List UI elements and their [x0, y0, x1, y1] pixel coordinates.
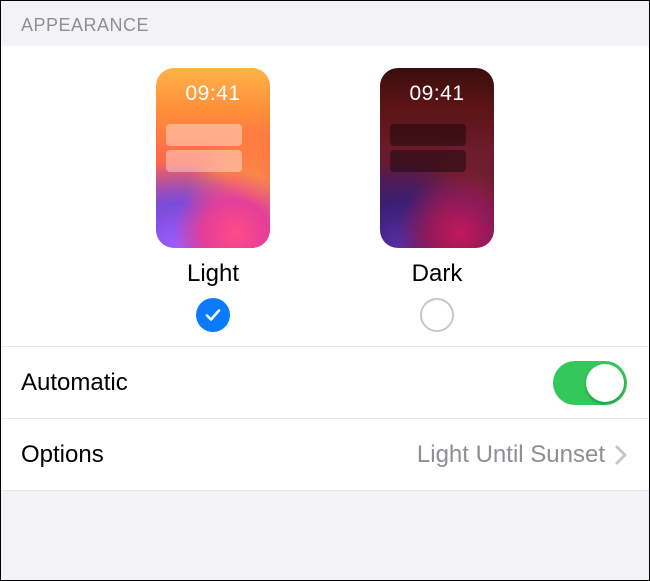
radio-dark-unselected[interactable] [420, 298, 454, 332]
appearance-section: 09:41 Light 09:41 Dark Automatic Opti [1, 46, 649, 490]
checkmark-icon [203, 305, 223, 325]
automatic-label: Automatic [21, 369, 128, 397]
appearance-option-dark[interactable]: 09:41 Dark [380, 68, 494, 332]
options-value: Light Until Sunset [417, 441, 605, 469]
preview-widget [390, 124, 466, 146]
section-footer-gap [1, 490, 649, 496]
switch-knob [586, 364, 624, 402]
preview-widget [166, 124, 242, 146]
automatic-row[interactable]: Automatic [1, 346, 649, 418]
preview-time: 09:41 [156, 82, 270, 106]
preview-time: 09:41 [380, 82, 494, 106]
preview-widget [166, 150, 242, 172]
appearance-options-row: 09:41 Light 09:41 Dark [1, 46, 649, 346]
chevron-right-icon [615, 445, 627, 465]
dark-preview-thumbnail: 09:41 [380, 68, 494, 248]
appearance-option-label: Dark [412, 260, 463, 288]
automatic-switch[interactable] [553, 361, 627, 405]
appearance-option-label: Light [187, 260, 239, 288]
appearance-option-light[interactable]: 09:41 Light [156, 68, 270, 332]
options-value-container: Light Until Sunset [417, 441, 627, 469]
radio-light-selected[interactable] [196, 298, 230, 332]
section-header-appearance: APPEARANCE [1, 1, 649, 46]
options-label: Options [21, 441, 104, 469]
options-row[interactable]: Options Light Until Sunset [1, 418, 649, 490]
preview-widget [390, 150, 466, 172]
light-preview-thumbnail: 09:41 [156, 68, 270, 248]
